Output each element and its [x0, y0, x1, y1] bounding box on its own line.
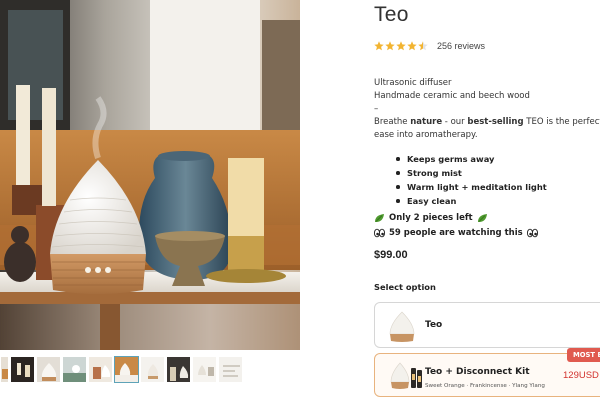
- thumbnail[interactable]: [88, 356, 113, 383]
- thumbnail[interactable]: [10, 356, 35, 383]
- thumbnail[interactable]: [192, 356, 217, 383]
- thumbnail[interactable]: [218, 356, 243, 383]
- product-photo: [0, 0, 300, 350]
- select-option-label: Select option: [374, 282, 436, 292]
- desc-line: Handmade ceramic and beech wood: [374, 91, 530, 101]
- desc-line: Ultrasonic diffuser: [374, 78, 452, 88]
- product-main-image[interactable]: [0, 0, 300, 350]
- thumbnail[interactable]: [166, 356, 191, 383]
- feature-list: Keeps germs away Strong mist Warm light …: [396, 152, 547, 208]
- watch-notice: 59 people are watching this: [374, 228, 538, 238]
- option-price: 129USD: [563, 370, 599, 381]
- star-icon: [396, 41, 406, 51]
- option-teo-disconnect-kit[interactable]: MOST B Teo + Disconnect Kit Sweet Orange…: [374, 348, 600, 397]
- desc-bold-text: nature: [410, 117, 443, 127]
- desc-text: TEO is the perfect ch: [526, 117, 600, 127]
- option-subtitle: Sweet Orange · Frankincense · Ylang Ylan…: [425, 383, 545, 389]
- option-thumbnail: [390, 362, 422, 389]
- rating-row[interactable]: 256 reviews: [374, 41, 485, 51]
- feature-item: Easy clean: [396, 194, 547, 208]
- thumbnail[interactable]: [62, 356, 87, 383]
- thumbnail[interactable]: [36, 356, 61, 383]
- thumbnail-strip: [0, 356, 300, 383]
- leaf-icon: [477, 214, 487, 222]
- eyes-icon: [374, 228, 385, 238]
- feature-item: Warm light + meditation light: [396, 180, 547, 194]
- desc-text: Breathe: [374, 117, 411, 127]
- watch-notice-text: 59 people are watching this: [389, 228, 523, 238]
- leaf-icon: [375, 214, 384, 222]
- thumbnail[interactable]: [0, 356, 9, 383]
- most-popular-badge: MOST B: [567, 348, 600, 362]
- product-title: Teo: [374, 3, 409, 26]
- desc-dash: –: [374, 104, 379, 114]
- thumbnail[interactable]: [140, 356, 165, 383]
- star-icon: [407, 41, 417, 51]
- feature-item: Keeps germs away: [396, 152, 547, 166]
- desc-bold-text: best-selling: [467, 117, 524, 127]
- product-info: Teo 256 reviews Ultrasonic diffuser Hand…: [374, 0, 600, 400]
- eyes-icon: [526, 228, 538, 238]
- option-thumbnail: [389, 311, 415, 342]
- half-star-icon: [418, 41, 428, 51]
- desc-line: ease into aromatherapy.: [374, 130, 478, 140]
- thumbnail[interactable]: [114, 356, 139, 383]
- stock-notice-text: Only 2 pieces left: [389, 213, 473, 223]
- star-rating: [374, 41, 428, 51]
- product-price: $99.00: [374, 249, 408, 261]
- stock-notice: Only 2 pieces left: [374, 213, 488, 223]
- reviews-link[interactable]: 256 reviews: [437, 41, 485, 51]
- desc-text: - our: [442, 117, 468, 127]
- option-teo[interactable]: Teo: [374, 302, 600, 348]
- desc-paragraph: Breathe nature - our best-selling TEO is…: [374, 116, 600, 129]
- option-name: Teo: [425, 320, 443, 330]
- product-description: Ultrasonic diffuser Handmade ceramic and…: [374, 77, 600, 142]
- star-icon: [374, 41, 384, 51]
- option-name: Teo + Disconnect Kit: [425, 367, 530, 377]
- feature-item: Strong mist: [396, 166, 547, 180]
- star-icon: [385, 41, 395, 51]
